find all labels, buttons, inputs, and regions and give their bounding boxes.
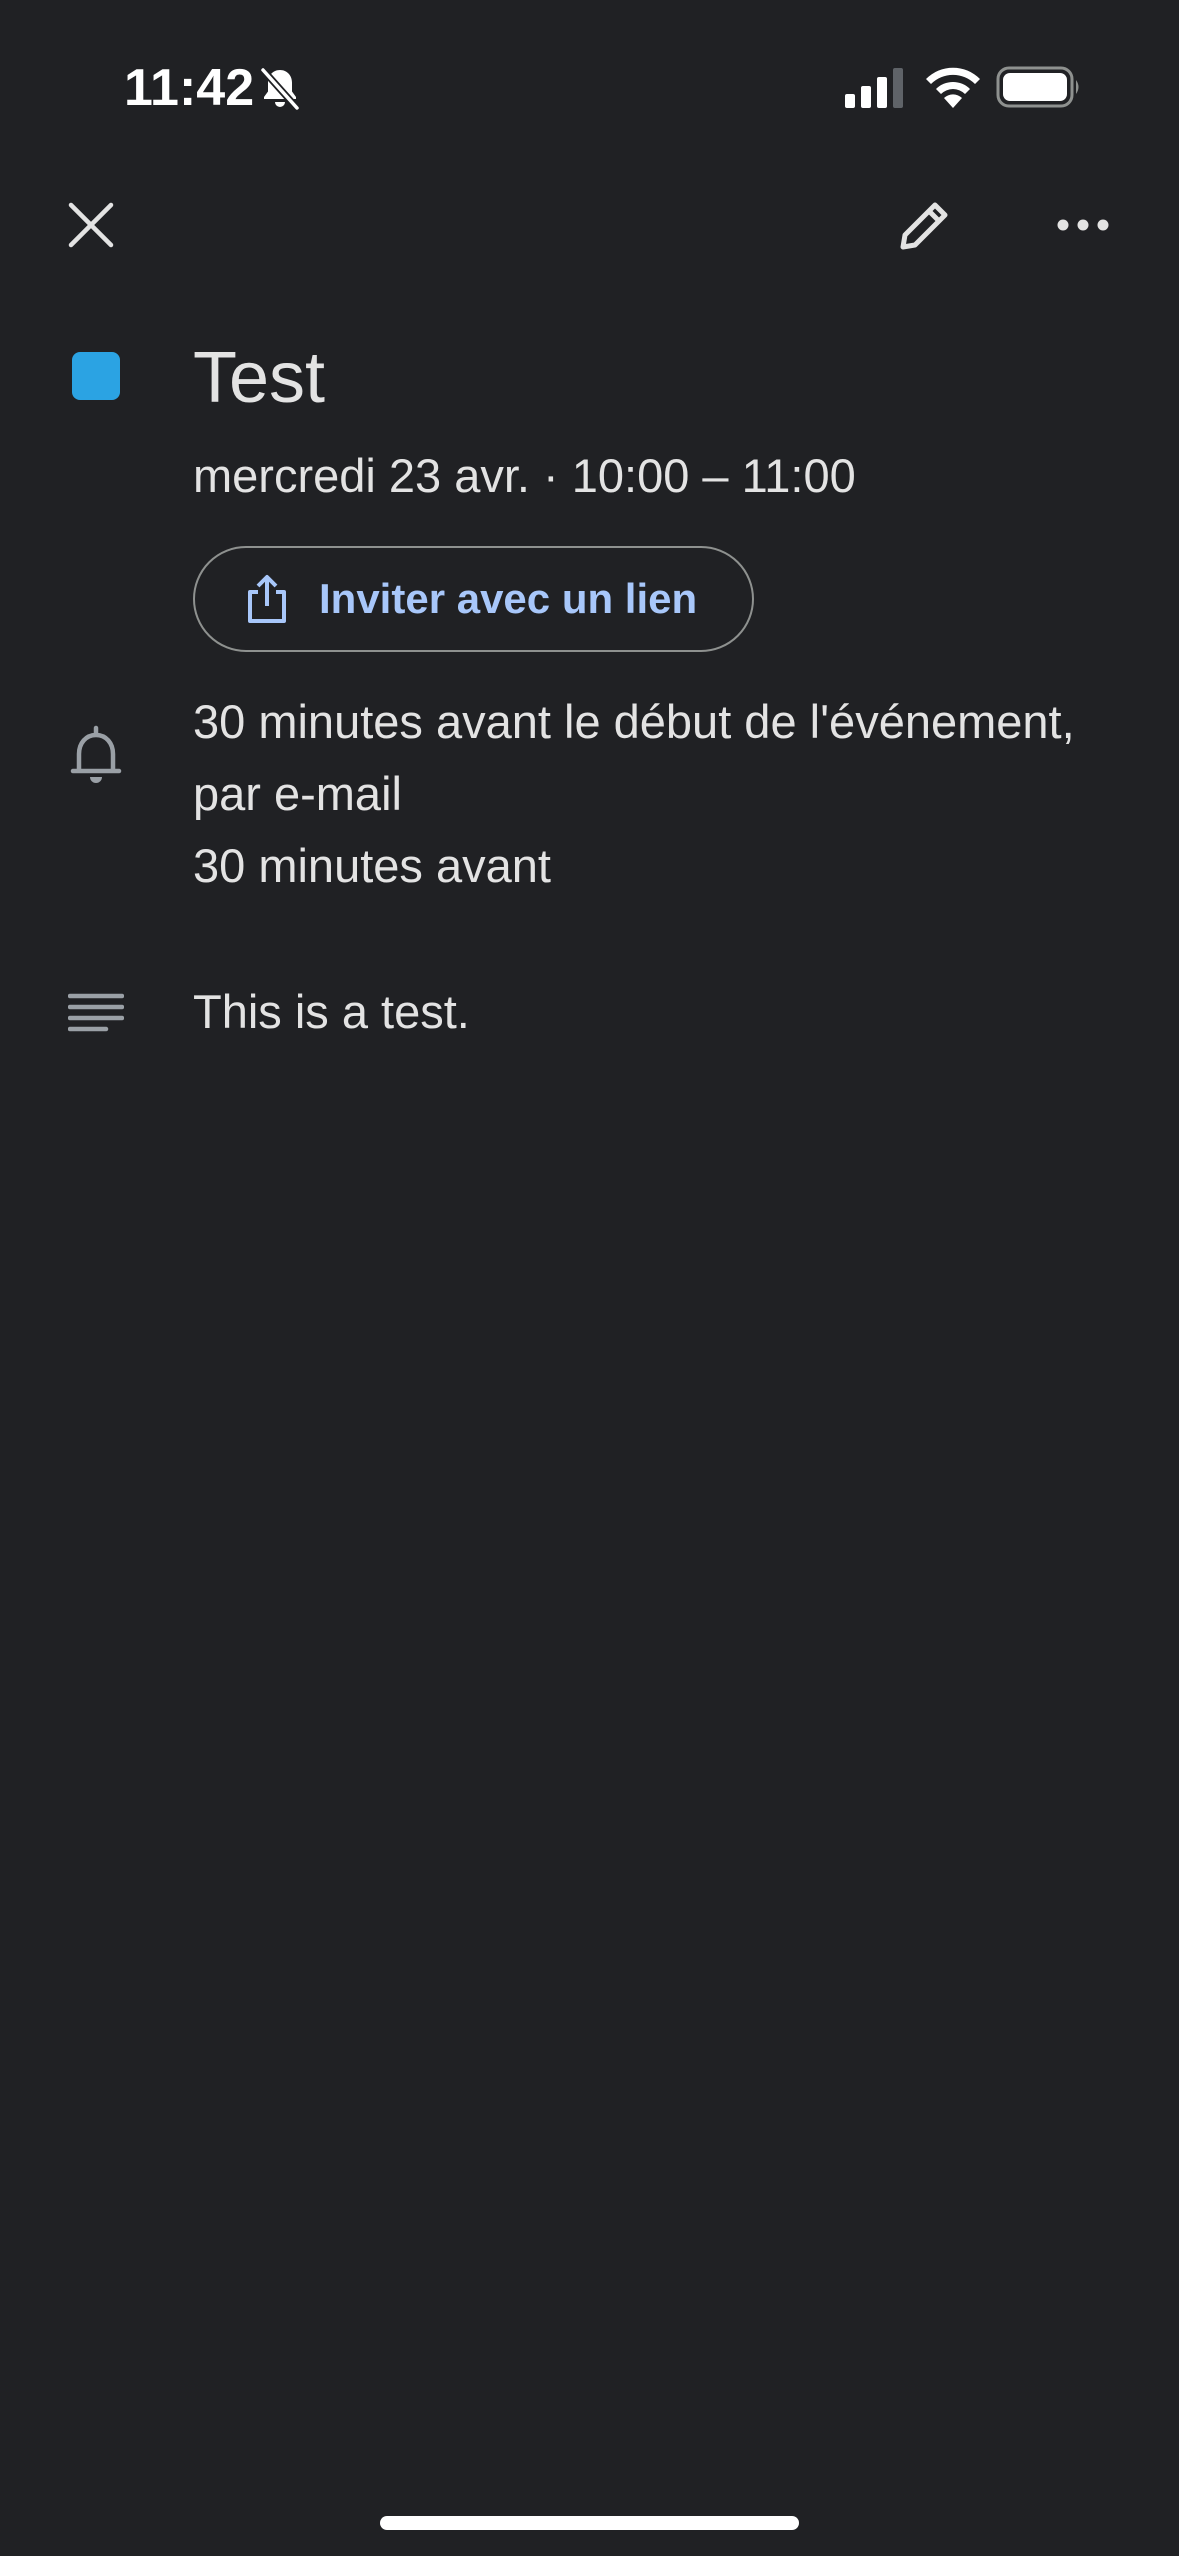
event-description: This is a test. [193, 985, 470, 1038]
edit-button[interactable] [880, 180, 970, 270]
cellular-signal-icon [845, 68, 903, 108]
bell-icon [70, 725, 122, 783]
invite-with-link-label: Inviter avec un lien [319, 575, 698, 622]
status-time: 11:42 [124, 59, 255, 117]
reminders: 30 minutes avant le début de l'événement… [193, 686, 1163, 902]
invite-with-link-button[interactable]: Inviter avec un lien [193, 546, 754, 652]
event-title: Test [193, 338, 326, 418]
close-icon [68, 202, 114, 248]
event-color-indicator [72, 352, 120, 400]
share-icon [248, 575, 286, 623]
home-indicator[interactable] [380, 2516, 799, 2530]
close-button[interactable] [46, 180, 136, 270]
description-icon [68, 993, 124, 1032]
wifi-icon [926, 67, 980, 108]
event-date-time: mercredi 23 avr. · 10:00 – 11:00 [193, 449, 856, 502]
reminder-line: par e-mail [193, 767, 402, 820]
battery-icon [996, 66, 1079, 108]
bell-slash-icon [260, 67, 300, 111]
pencil-icon [900, 202, 948, 250]
more-options-button[interactable] [1038, 180, 1128, 270]
status-bar: 11:42 [0, 0, 1179, 176]
reminder-line: 30 minutes avant le début de l'événement… [193, 695, 1075, 748]
reminder-line: 30 minutes avant [193, 839, 551, 892]
more-horizontal-icon [1057, 219, 1109, 231]
